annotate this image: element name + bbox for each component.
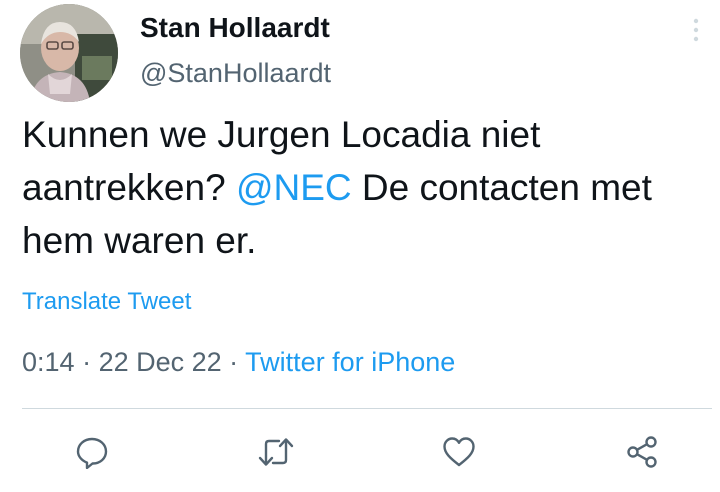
tweet-meta: 0:14 · 22 Dec 22 · Twitter for iPhone [22, 347, 455, 378]
retweet-button[interactable] [256, 432, 296, 472]
tweet-source[interactable]: Twitter for iPhone [245, 347, 455, 377]
tweet-text: Kunnen we Jurgen Locadia niet aantrekken… [22, 108, 712, 267]
retweet-icon [258, 438, 294, 466]
share-icon [627, 436, 657, 468]
divider [22, 408, 712, 409]
tweet-date[interactable]: 22 Dec 22 [99, 347, 222, 377]
avatar-photo [20, 4, 118, 102]
like-icon [443, 437, 475, 467]
share-button[interactable] [622, 432, 662, 472]
avatar[interactable] [20, 4, 118, 102]
display-name[interactable]: Stan Hollaardt [140, 12, 330, 44]
meta-separator: · [74, 347, 99, 377]
tweet: Stan Hollaardt @StanHollaardt Kunnen we … [0, 0, 720, 492]
reply-icon [76, 437, 108, 469]
tweet-time[interactable]: 0:14 [22, 347, 75, 377]
reply-button[interactable] [72, 432, 112, 472]
translate-tweet-link[interactable]: Translate Tweet [22, 288, 191, 316]
mention-link[interactable]: @NEC [236, 167, 352, 208]
more-options-icon[interactable] [690, 16, 702, 44]
like-button[interactable] [439, 432, 479, 472]
meta-separator: · [221, 347, 246, 377]
user-handle[interactable]: @StanHollaardt [140, 58, 331, 89]
